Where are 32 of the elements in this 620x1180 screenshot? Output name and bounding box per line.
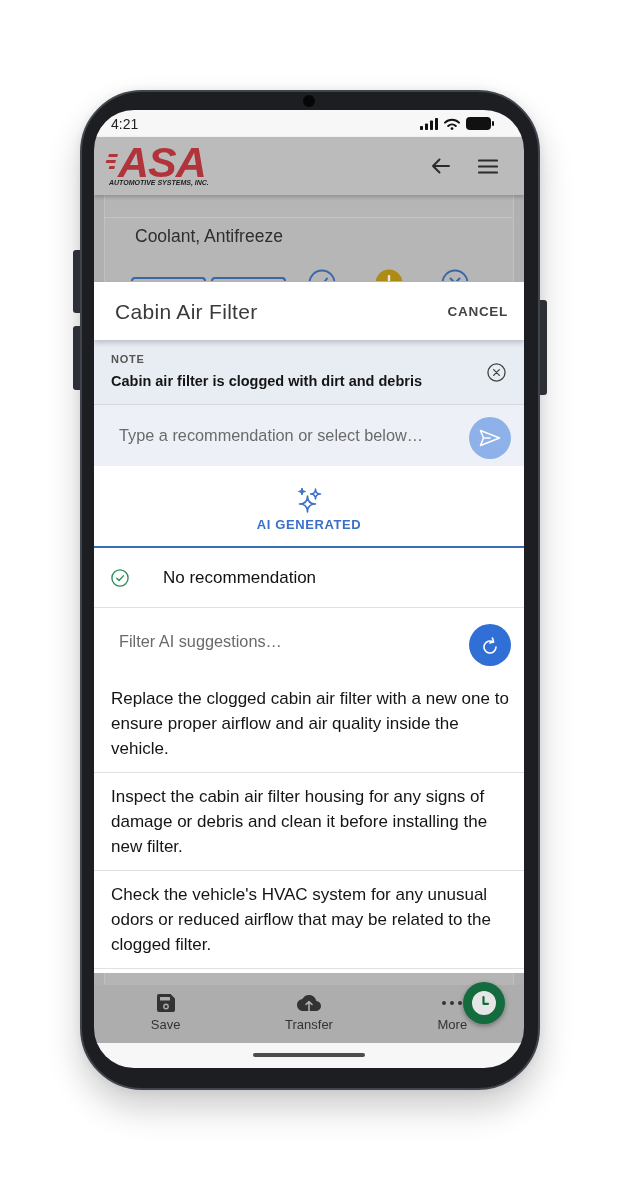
refresh-button[interactable]: [469, 624, 511, 666]
battery-icon: [466, 117, 494, 130]
clock-icon: [472, 991, 496, 1015]
speed-lines-icon: [105, 153, 118, 170]
menu-icon: [478, 158, 498, 174]
close-circle-icon: [487, 362, 506, 382]
back-button[interactable]: [431, 158, 450, 174]
signal-icon: [420, 117, 438, 130]
filter-input[interactable]: Filter AI suggestions…: [119, 629, 459, 654]
more-dots-icon: [442, 1001, 463, 1005]
wifi-icon: [444, 117, 460, 130]
camera-dot-icon: [303, 95, 315, 107]
cancel-button[interactable]: CANCEL: [447, 299, 508, 323]
sparkles-icon: [296, 486, 322, 513]
clear-note-button[interactable]: [487, 362, 506, 382]
logo-wordmark: ASA: [118, 145, 206, 178]
recommendation-input[interactable]: Type a recommendation or select below…: [94, 405, 524, 466]
refresh-icon: [482, 636, 498, 654]
sheet-title: Cabin Air Filter: [115, 298, 258, 324]
cloud-upload-icon: [297, 995, 321, 1011]
send-icon: [479, 429, 501, 447]
menu-button[interactable]: [478, 158, 498, 174]
back-arrow-icon: [431, 158, 450, 174]
nav-item[interactable]: Save: [94, 985, 238, 1043]
status-time: 4:21: [111, 115, 139, 132]
nav-item[interactable]: More: [380, 985, 524, 1043]
note-text: Cabin air filter is clogged with dirt and debris: [111, 372, 422, 391]
nav-item[interactable]: Transfer: [237, 985, 381, 1043]
card-title: Coolant, Antifreeze: [135, 225, 283, 247]
note-label: NOTE: [111, 353, 145, 366]
hardware-key: [73, 326, 80, 390]
hardware-key: [73, 250, 80, 313]
